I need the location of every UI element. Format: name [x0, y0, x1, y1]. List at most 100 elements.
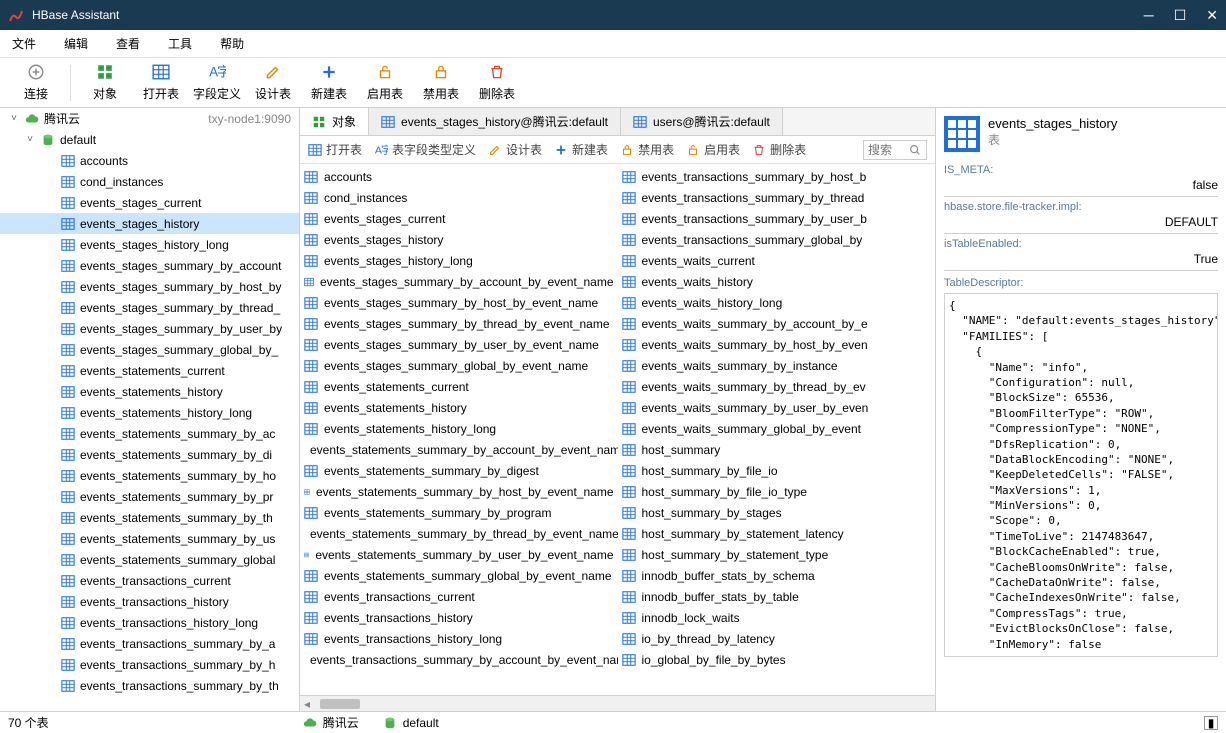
- tree-table-row[interactable]: events_statements_summary_by_di: [0, 444, 299, 465]
- list-item[interactable]: host_summary_by_file_io_type: [618, 481, 936, 502]
- list-item[interactable]: events_statements_history: [300, 397, 618, 418]
- list-item[interactable]: events_statements_summary_by_user_by_eve…: [300, 544, 618, 565]
- list-item[interactable]: events_waits_summary_by_account_by_e: [618, 313, 936, 334]
- tree-table-row[interactable]: events_stages_history_long: [0, 234, 299, 255]
- close-button[interactable]: ✕: [1206, 7, 1218, 24]
- list-item[interactable]: events_stages_summary_by_user_by_event_n…: [300, 334, 618, 355]
- menu-帮助[interactable]: 帮助: [220, 35, 244, 52]
- tree-table-row[interactable]: events_stages_history: [0, 213, 299, 234]
- list-item[interactable]: events_transactions_summary_global_by: [618, 229, 936, 250]
- list-item[interactable]: events_stages_summary_global_by_event_na…: [300, 355, 618, 376]
- tree-table-row[interactable]: events_transactions_current: [0, 570, 299, 591]
- enable-table-button[interactable]: 启用表: [686, 141, 740, 158]
- tree-namespace-row[interactable]: ˅ default: [0, 129, 299, 150]
- toolbar-新建表[interactable]: 新建表: [301, 63, 357, 102]
- toolbar-禁用表[interactable]: 禁用表: [413, 63, 469, 102]
- list-item[interactable]: events_waits_history: [618, 271, 936, 292]
- list-item[interactable]: events_waits_summary_by_instance: [618, 355, 936, 376]
- toolbar-打开表[interactable]: 打开表: [133, 63, 189, 102]
- list-item[interactable]: host_summary: [618, 439, 936, 460]
- minimize-button[interactable]: ─: [1144, 7, 1154, 24]
- list-item[interactable]: events_transactions_history: [300, 607, 618, 628]
- menu-文件[interactable]: 文件: [12, 35, 36, 52]
- list-item[interactable]: innodb_buffer_stats_by_schema: [618, 565, 936, 586]
- list-item[interactable]: events_stages_summary_by_host_by_event_n…: [300, 292, 618, 313]
- tree-table-row[interactable]: events_statements_summary_by_us: [0, 528, 299, 549]
- list-item[interactable]: events_waits_history_long: [618, 292, 936, 313]
- toolbar-删除表[interactable]: 删除表: [469, 63, 525, 102]
- horizontal-scrollbar[interactable]: ◂: [300, 695, 935, 711]
- tab-1[interactable]: events_stages_history@腾讯云:default: [369, 108, 621, 135]
- tree-table-row[interactable]: events_stages_summary_by_thread_: [0, 297, 299, 318]
- list-item[interactable]: events_transactions_history_long: [300, 628, 618, 649]
- list-item[interactable]: io_by_thread_by_latency: [618, 628, 936, 649]
- chevron-down-icon[interactable]: ˅: [8, 113, 20, 124]
- design-table-button[interactable]: 设计表: [488, 141, 542, 158]
- list-item[interactable]: events_statements_summary_by_account_by_…: [300, 439, 618, 460]
- list-item[interactable]: events_stages_history: [300, 229, 618, 250]
- toolbar-启用表[interactable]: 启用表: [357, 63, 413, 102]
- list-item[interactable]: events_statements_summary_by_program: [300, 502, 618, 523]
- list-item[interactable]: events_transactions_current: [300, 586, 618, 607]
- tree-table-row[interactable]: events_transactions_history: [0, 591, 299, 612]
- list-item[interactable]: events_waits_summary_global_by_event: [618, 418, 936, 439]
- list-item[interactable]: events_waits_summary_by_host_by_even: [618, 334, 936, 355]
- list-item[interactable]: host_summary_by_file_io: [618, 460, 936, 481]
- tree-table-row[interactable]: events_transactions_history_long: [0, 612, 299, 633]
- toolbar-设计表[interactable]: 设计表: [245, 63, 301, 102]
- menu-查看[interactable]: 查看: [116, 35, 140, 52]
- list-item[interactable]: events_statements_summary_by_digest: [300, 460, 618, 481]
- tree-table-row[interactable]: events_transactions_summary_by_a: [0, 633, 299, 654]
- tree-table-row[interactable]: events_statements_summary_by_pr: [0, 486, 299, 507]
- list-item[interactable]: io_global_by_file_by_bytes: [618, 649, 936, 670]
- tree-table-row[interactable]: accounts: [0, 150, 299, 171]
- list-item[interactable]: events_stages_summary_by_thread_by_event…: [300, 313, 618, 334]
- open-table-button[interactable]: 打开表: [308, 141, 362, 158]
- tree-table-row[interactable]: events_transactions_summary_by_h: [0, 654, 299, 675]
- tree-table-row[interactable]: events_statements_current: [0, 360, 299, 381]
- list-item[interactable]: events_waits_summary_by_thread_by_ev: [618, 376, 936, 397]
- status-toggle-button[interactable]: ▮: [1204, 716, 1218, 730]
- menu-工具[interactable]: 工具: [168, 35, 192, 52]
- list-item[interactable]: events_transactions_summary_by_user_b: [618, 208, 936, 229]
- list-item[interactable]: events_stages_history_long: [300, 250, 618, 271]
- list-item[interactable]: innodb_buffer_stats_by_table: [618, 586, 936, 607]
- search-input[interactable]: [868, 143, 908, 157]
- tree-table-row[interactable]: events_statements_summary_global: [0, 549, 299, 570]
- list-item[interactable]: events_waits_current: [618, 250, 936, 271]
- list-item[interactable]: events_stages_summary_by_account_by_even…: [300, 271, 618, 292]
- disable-table-button[interactable]: 禁用表: [620, 141, 674, 158]
- list-item[interactable]: host_summary_by_statement_type: [618, 544, 936, 565]
- list-item[interactable]: events_transactions_summary_by_account_b…: [300, 649, 618, 670]
- chevron-down-icon[interactable]: ˅: [24, 134, 36, 145]
- menu-编辑[interactable]: 编辑: [64, 35, 88, 52]
- toolbar-对象[interactable]: 对象: [77, 63, 133, 102]
- tree-table-row[interactable]: events_statements_summary_by_ac: [0, 423, 299, 444]
- list-item[interactable]: events_transactions_summary_by_host_b: [618, 166, 936, 187]
- delete-table-button[interactable]: 删除表: [752, 141, 806, 158]
- list-item[interactable]: cond_instances: [300, 187, 618, 208]
- list-item[interactable]: events_statements_summary_by_thread_by_e…: [300, 523, 618, 544]
- list-item[interactable]: host_summary_by_statement_latency: [618, 523, 936, 544]
- tab-2[interactable]: users@腾讯云:default: [621, 108, 783, 135]
- toolbar-字段定义[interactable]: 字段定义: [189, 63, 245, 102]
- descriptor-text[interactable]: { "NAME": "default:events_stages_history…: [944, 293, 1218, 657]
- list-item[interactable]: events_statements_history_long: [300, 418, 618, 439]
- list-item[interactable]: events_statements_current: [300, 376, 618, 397]
- tab-0[interactable]: 对象: [300, 108, 369, 135]
- maximize-button[interactable]: ☐: [1174, 7, 1187, 24]
- tree-table-row[interactable]: events_statements_summary_by_ho: [0, 465, 299, 486]
- field-types-button[interactable]: 表字段类型定义: [374, 141, 476, 158]
- tree-table-row[interactable]: events_stages_current: [0, 192, 299, 213]
- list-item[interactable]: accounts: [300, 166, 618, 187]
- search-box[interactable]: [863, 140, 927, 160]
- tree-table-row[interactable]: events_stages_summary_global_by_: [0, 339, 299, 360]
- list-item[interactable]: events_statements_summary_by_host_by_eve…: [300, 481, 618, 502]
- tree-table-row[interactable]: events_stages_summary_by_host_by: [0, 276, 299, 297]
- tree-connection-row[interactable]: ˅ 腾讯云 txy-node1:9090: [0, 108, 299, 129]
- tree-table-row[interactable]: events_statements_summary_by_th: [0, 507, 299, 528]
- tree-table-row[interactable]: events_transactions_summary_by_th: [0, 675, 299, 696]
- tree-table-row[interactable]: events_statements_history: [0, 381, 299, 402]
- tree-table-row[interactable]: cond_instances: [0, 171, 299, 192]
- toolbar-连接[interactable]: 连接: [8, 63, 64, 102]
